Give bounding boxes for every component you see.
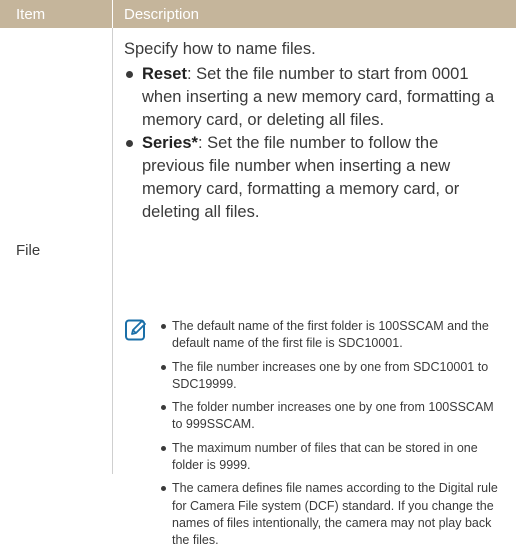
description-intro: Specify how to name files. [124, 40, 316, 58]
note-pencil-icon [125, 319, 146, 341]
bullet-icon [161, 405, 166, 411]
list-item: The maximum number of files that can be … [160, 440, 505, 475]
bullet-icon [161, 445, 166, 451]
note-text: The default name of the first folder is … [172, 319, 489, 351]
table-header: Item Description [0, 0, 516, 28]
list-item: Series*: Set the file number to follow t… [124, 132, 504, 224]
description-cell: Specify how to name files. Reset: Set th… [124, 38, 504, 224]
list-item: The folder number increases one by one f… [160, 399, 505, 434]
bullet-icon [161, 364, 166, 370]
bullet-icon [161, 486, 166, 492]
bullet-icon [161, 324, 166, 329]
settings-table: Item Description File Specify how to nam… [0, 0, 516, 547]
list-item: The file number increases one by one fro… [160, 359, 505, 394]
bullet-icon [126, 71, 133, 78]
note-list: The default name of the first folder is … [160, 318, 505, 556]
header-item: Item [16, 6, 46, 23]
option-term: Reset [142, 65, 187, 83]
note-text: The camera defines file names according … [172, 481, 498, 548]
option-text: : Set the file number to start from 0001… [142, 65, 495, 129]
option-list: Reset: Set the file number to start from… [124, 63, 504, 224]
list-item: The camera defines file names according … [160, 480, 505, 549]
note-text: The maximum number of files that can be … [172, 440, 478, 473]
note-text: The file number increases one by one fro… [172, 359, 489, 391]
column-divider [112, 28, 113, 474]
option-term: Series* [142, 134, 198, 152]
header-divider [112, 0, 113, 28]
list-item: The default name of the first folder is … [160, 318, 505, 353]
note-text: The folder number increases one by one f… [172, 400, 494, 432]
bullet-icon [126, 140, 133, 147]
header-description: Description [124, 6, 200, 23]
item-name: File [16, 242, 41, 259]
list-item: Reset: Set the file number to start from… [124, 63, 504, 132]
